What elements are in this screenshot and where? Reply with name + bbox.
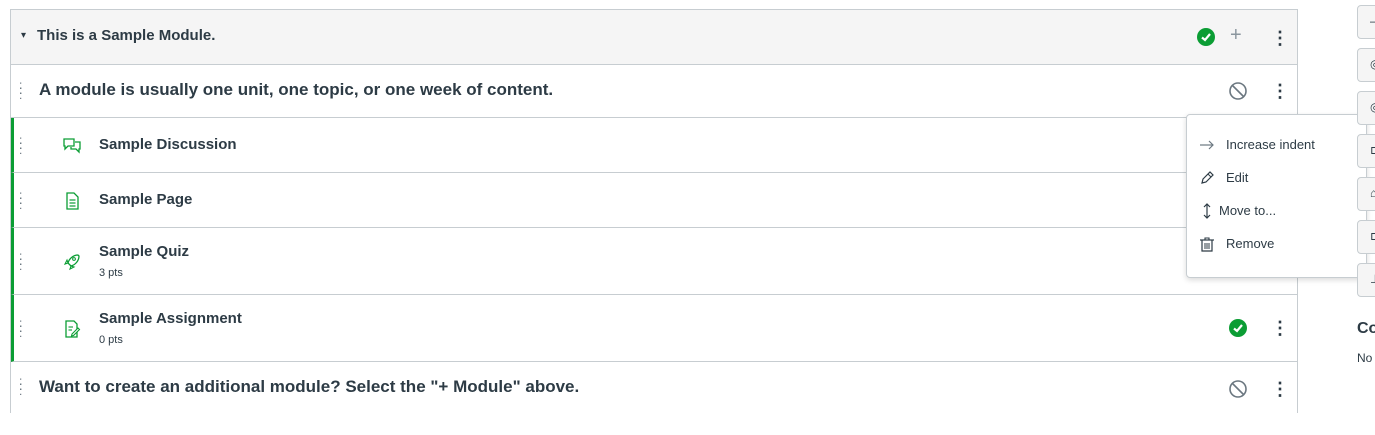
module-item-page[interactable]: : :: : Sample Page: [11, 173, 1297, 228]
arrow-right-icon: [1200, 140, 1214, 150]
menu-item-increase-indent[interactable]: Increase indent: [1199, 135, 1359, 157]
sidebar-glyph-icon: –: [1370, 14, 1375, 28]
menu-item-edit[interactable]: Edit: [1199, 168, 1359, 190]
sidebar-button[interactable]: ◎: [1357, 48, 1375, 82]
sidebar-glyph-icon: ⊏: [1370, 229, 1375, 243]
sidebar-button[interactable]: ◎: [1357, 91, 1375, 125]
item-options-menu: Increase indent Edit Move to... Remove: [1186, 114, 1367, 278]
drag-handle-icon[interactable]: : :: :: [19, 317, 29, 339]
menu-item-remove[interactable]: Remove: [1199, 234, 1359, 256]
sidebar-glyph-icon: ◎: [1370, 57, 1375, 71]
add-item-plus-icon[interactable]: +: [1230, 24, 1242, 47]
text-footer-row: : :: : Want to create an additional modu…: [11, 362, 1297, 413]
module-title: This is a Sample Module.: [37, 27, 216, 44]
unpublished-icon[interactable]: [1228, 379, 1248, 399]
drag-handle-icon[interactable]: : :: :: [19, 375, 29, 397]
module-item-assignment[interactable]: : :: : Sample Assignment 0 pts ⋮: [11, 295, 1297, 362]
published-check-icon[interactable]: [1197, 28, 1215, 46]
pencil-icon: [1201, 171, 1214, 184]
drag-handle-icon[interactable]: : :: :: [19, 79, 29, 101]
row-options-kebab-icon[interactable]: ⋮: [1271, 82, 1289, 100]
module-item-discussion[interactable]: : :: : Sample Discussion: [11, 118, 1297, 173]
sidebar-glyph-icon: ◎: [1370, 100, 1375, 114]
item-title[interactable]: Sample Page: [99, 191, 192, 208]
sidebar-section-text: No: [1357, 351, 1373, 365]
sidebar-button[interactable]: –: [1357, 5, 1375, 39]
quiz-icon: [63, 254, 80, 271]
published-check-icon[interactable]: [1229, 319, 1247, 337]
row-options-kebab-icon[interactable]: ⋮: [1271, 380, 1289, 398]
item-title[interactable]: Sample Discussion: [99, 136, 237, 153]
drag-handle-icon[interactable]: : :: :: [19, 250, 29, 272]
item-points: 0 pts: [99, 334, 123, 346]
discussion-icon: [63, 138, 81, 154]
sidebar-glyph-icon: ⊥: [1370, 272, 1375, 286]
item-points: 3 pts: [99, 267, 123, 279]
menu-item-label: Edit: [1226, 170, 1249, 185]
updown-arrow-icon: [1203, 203, 1211, 219]
sidebar-button[interactable]: ⊏: [1357, 134, 1375, 168]
text-footer: Want to create an additional module? Sel…: [39, 377, 580, 396]
sidebar-button[interactable]: ⌂: [1357, 177, 1375, 211]
item-options-kebab-icon[interactable]: ⋮: [1271, 319, 1289, 337]
menu-item-label: Move to...: [1219, 203, 1277, 218]
trash-icon: [1200, 237, 1214, 252]
item-title[interactable]: Sample Assignment: [99, 310, 242, 327]
collapse-caret-icon[interactable]: ▾: [21, 30, 26, 41]
module-options-kebab-icon[interactable]: ⋮: [1271, 29, 1289, 47]
module-header[interactable]: ▾ This is a Sample Module. + ⋮: [11, 10, 1297, 65]
page-icon: [66, 192, 79, 210]
sidebar-button[interactable]: ⊏: [1357, 220, 1375, 254]
menu-item-label: Remove: [1226, 236, 1275, 251]
sidebar-section-title: Co: [1357, 320, 1375, 337]
sidebar-glyph-icon: ⌂: [1370, 186, 1375, 200]
text-header-row: : :: : A module is usually one unit, one…: [11, 65, 1297, 118]
unpublished-icon[interactable]: [1228, 81, 1248, 101]
menu-item-label: Increase indent: [1226, 137, 1315, 152]
module-item-quiz[interactable]: : :: : Sample Quiz 3 pts: [11, 228, 1297, 295]
sidebar-button[interactable]: ⊥: [1357, 263, 1375, 297]
module-container: ▾ This is a Sample Module. + ⋮ : :: : A …: [10, 9, 1298, 413]
text-header: A module is usually one unit, one topic,…: [39, 80, 554, 99]
sidebar-glyph-icon: ⊏: [1370, 143, 1375, 157]
item-title[interactable]: Sample Quiz: [99, 243, 189, 260]
assignment-icon: [65, 320, 81, 338]
menu-item-move-to[interactable]: Move to...: [1199, 201, 1359, 223]
drag-handle-icon[interactable]: : :: :: [19, 134, 29, 156]
drag-handle-icon[interactable]: : :: :: [19, 189, 29, 211]
